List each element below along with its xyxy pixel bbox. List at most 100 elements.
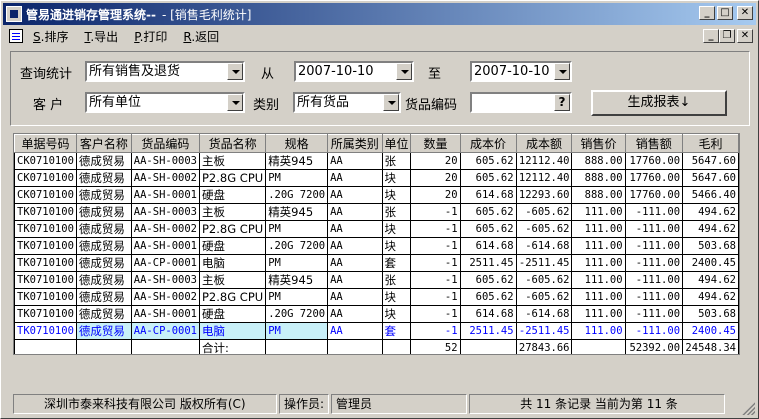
table-cell[interactable]: -1 <box>410 237 461 255</box>
table-cell[interactable]: 2511.45 <box>459 254 517 272</box>
table-cell[interactable]: 2400.45 <box>682 254 739 272</box>
table-cell[interactable]: 主板 <box>198 203 267 221</box>
table-cell[interactable]: 精英945 <box>265 152 329 170</box>
table-cell[interactable]: AA-SH-0003 <box>130 152 201 170</box>
table-cell[interactable]: 17760.00 <box>624 152 684 170</box>
table-cell[interactable]: 德成贸易 <box>75 203 132 221</box>
table-cell[interactable]: AA-SH-0003 <box>130 203 201 221</box>
from-date-picker[interactable]: 2007-10-10 <box>294 61 414 82</box>
table-cell[interactable]: .20G 7200 <box>265 305 329 323</box>
category-select[interactable]: 所有货品 <box>293 92 401 113</box>
table-cell[interactable]: 12112.40 <box>515 169 573 187</box>
table-cell[interactable]: PM <box>265 254 329 272</box>
table-cell[interactable]: 主板 <box>198 271 267 289</box>
close-button[interactable]: ✕ <box>737 6 753 20</box>
lookup-button[interactable]: ? <box>554 94 570 111</box>
table-cell[interactable]: TK0710100 <box>14 322 77 340</box>
table-cell[interactable]: 5647.60 <box>682 169 739 187</box>
table-cell[interactable]: 503.68 <box>682 237 739 255</box>
table-cell[interactable]: 硬盘 <box>198 237 267 255</box>
table-cell[interactable]: 块 <box>381 186 412 204</box>
table-cell[interactable]: AA <box>327 254 383 272</box>
table-cell[interactable]: 2511.45 <box>459 322 517 340</box>
table-cell[interactable]: 20 <box>410 169 461 187</box>
table-cell[interactable]: -605.62 <box>515 288 573 306</box>
table-cell[interactable]: TK0710100 <box>14 203 77 221</box>
table-cell[interactable]: 111.00 <box>571 271 626 289</box>
table-cell[interactable]: -1 <box>410 305 461 323</box>
table-row[interactable]: CK0710100 德成贸易 AA-SH-0001 硬盘 .20G 7200 AA 块 20 6… <box>14 186 739 204</box>
table-cell[interactable]: -2511.45 <box>515 322 573 340</box>
table-cell[interactable]: .20G 7200 <box>265 186 329 204</box>
table-cell[interactable]: 5647.60 <box>682 152 739 170</box>
table-cell[interactable]: -111.00 <box>624 203 684 221</box>
table-row[interactable]: TK0710100 德成贸易 AA-CP-0001 电脑 PM AA 套 -1 2511.45-… <box>14 322 739 340</box>
table-cell[interactable]: 494.62 <box>682 288 739 306</box>
table-cell[interactable]: 614.68 <box>459 305 517 323</box>
table-cell[interactable]: CK0710100 <box>14 186 77 204</box>
table-cell[interactable]: AA <box>327 237 383 255</box>
table-cell[interactable]: 套 <box>381 322 412 340</box>
table-cell[interactable]: 精英945 <box>265 203 329 221</box>
table-row[interactable]: TK0710100 德成贸易 AA-SH-0001 硬盘 .20G 7200 AA 块 -1 6… <box>14 305 739 323</box>
table-cell[interactable]: 12112.40 <box>515 152 573 170</box>
table-cell[interactable]: -111.00 <box>624 305 684 323</box>
table-cell[interactable]: 888.00 <box>571 169 626 187</box>
table-cell[interactable]: -111.00 <box>624 237 684 255</box>
table-cell[interactable]: -111.00 <box>624 288 684 306</box>
table-cell[interactable]: 111.00 <box>571 288 626 306</box>
chevron-down-icon[interactable] <box>383 94 399 111</box>
table-cell[interactable]: PM <box>265 169 329 187</box>
chevron-down-icon[interactable] <box>227 94 243 111</box>
table-cell[interactable]: 614.68 <box>459 186 517 204</box>
table-cell[interactable]: 德成贸易 <box>75 186 132 204</box>
table-cell[interactable]: -2511.45 <box>515 254 573 272</box>
column-header[interactable]: 数量 <box>410 134 461 153</box>
table-cell[interactable]: AA <box>327 203 383 221</box>
table-cell[interactable]: AA <box>327 288 383 306</box>
table-cell[interactable]: -1 <box>410 288 461 306</box>
table-cell[interactable]: .20G 7200 <box>265 237 329 255</box>
return-menu-item[interactable]: R.返回 <box>183 28 219 45</box>
table-cell[interactable]: -614.68 <box>515 237 573 255</box>
table-row[interactable]: TK0710100 德成贸易 AA-SH-0003 主板 精英945 AA 张 -1 605.6… <box>14 203 739 221</box>
column-header[interactable]: 销售额 <box>624 134 684 153</box>
table-cell[interactable]: TK0710100 <box>14 271 77 289</box>
table-cell[interactable]: 精英945 <box>265 271 329 289</box>
table-cell[interactable]: 5466.40 <box>682 186 739 204</box>
table-cell[interactable]: CK0710100 <box>14 169 77 187</box>
table-cell[interactable]: 硬盘 <box>198 305 267 323</box>
export-menu-item[interactable]: T.导出 <box>84 28 118 45</box>
table-cell[interactable]: 605.62 <box>459 203 517 221</box>
chevron-down-icon[interactable] <box>227 63 243 80</box>
table-cell[interactable]: -605.62 <box>515 203 573 221</box>
table-cell[interactable]: 111.00 <box>571 254 626 272</box>
table-cell[interactable]: -605.62 <box>515 271 573 289</box>
column-header[interactable]: 单位 <box>381 134 412 153</box>
table-row[interactable]: CK0710100 德成贸易 AA-SH-0002 P2.8G CPU PM AA 块 20 6… <box>14 169 739 187</box>
column-header[interactable]: 成本额 <box>515 134 573 153</box>
table-cell[interactable]: 17760.00 <box>624 169 684 187</box>
table-cell[interactable]: -1 <box>410 254 461 272</box>
table-cell[interactable]: PM <box>265 220 329 238</box>
table-row[interactable]: CK0710100 德成贸易 AA-SH-0003 主板 精英945 AA 张 20 605.6… <box>14 152 739 170</box>
table-row[interactable]: TK0710100 德成贸易 AA-CP-0001 电脑 PM AA 套 -1 2511.45-… <box>14 254 739 272</box>
table-cell[interactable]: P2.8G CPU <box>198 288 267 306</box>
table-cell[interactable]: 德成贸易 <box>75 271 132 289</box>
column-header[interactable]: 成本价 <box>459 134 517 153</box>
table-cell[interactable]: 605.62 <box>459 220 517 238</box>
table-cell[interactable]: 605.62 <box>459 152 517 170</box>
table-cell[interactable]: 德成贸易 <box>75 152 132 170</box>
column-header[interactable]: 单据号码 <box>14 134 77 153</box>
minimize-button[interactable]: _ <box>699 6 715 20</box>
chevron-down-icon[interactable] <box>396 63 412 80</box>
table-cell[interactable]: AA <box>327 305 383 323</box>
table-cell[interactable]: AA-SH-0001 <box>130 305 201 323</box>
table-cell[interactable]: TK0710100 <box>14 254 77 272</box>
table-cell[interactable]: 德成贸易 <box>75 169 132 187</box>
table-cell[interactable]: 德成贸易 <box>75 220 132 238</box>
table-cell[interactable]: PM <box>265 322 329 340</box>
table-cell[interactable]: AA <box>327 152 383 170</box>
column-header[interactable]: 所属类别 <box>327 134 383 153</box>
table-cell[interactable]: TK0710100 <box>14 305 77 323</box>
